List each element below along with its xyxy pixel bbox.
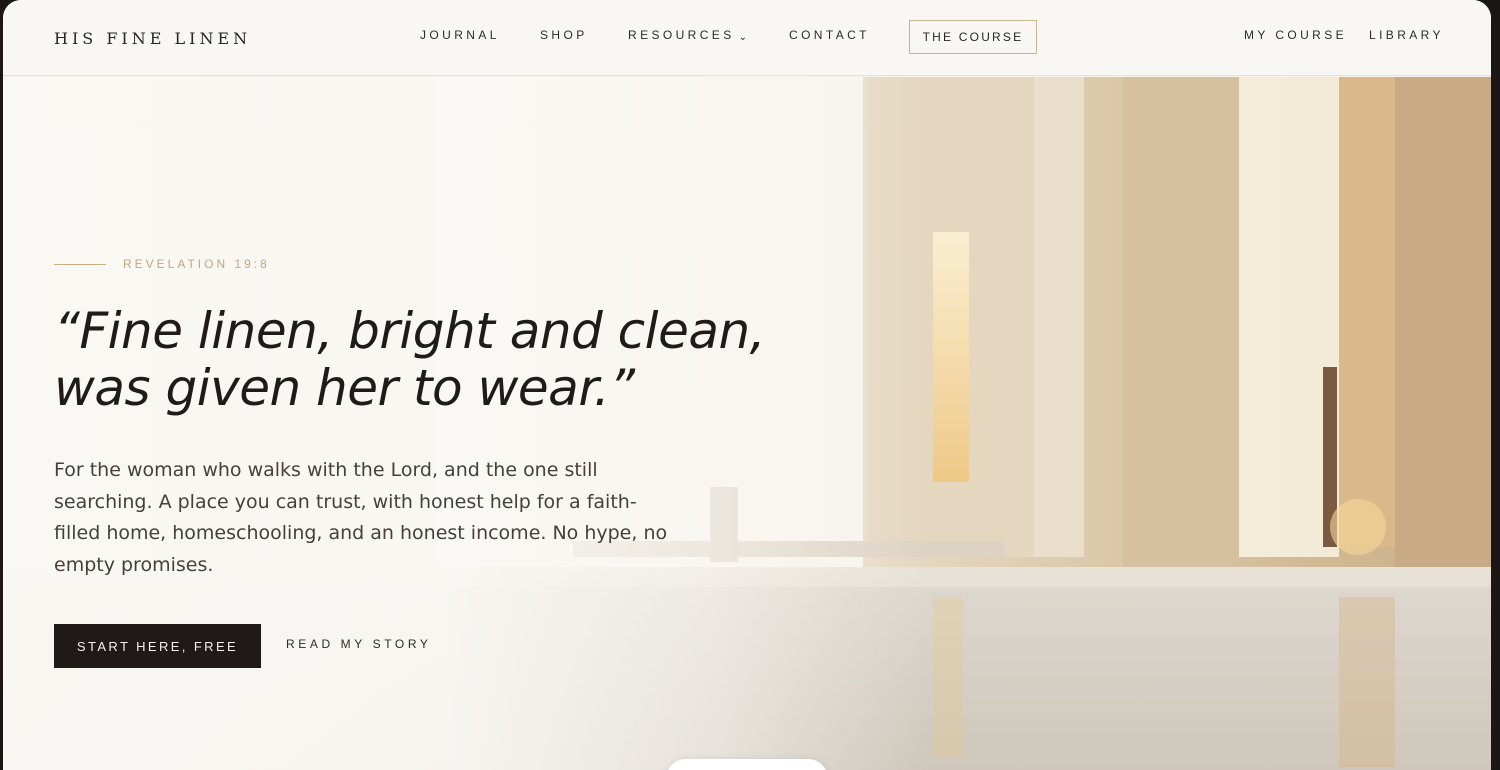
main-nav: JOURNAL SHOP RESOURCES ⌄ CONTACT MY COURS… bbox=[3, 28, 1491, 48]
hero-quote: “Fine linen, bright and clean, was given… bbox=[54, 303, 814, 417]
site-header: HIS FINE LINEN JOURNAL SHOP RESOURCES ⌄ C… bbox=[3, 0, 1491, 76]
bottom-pill-button[interactable] bbox=[666, 759, 828, 770]
nav-resources[interactable]: RESOURCES ⌄ bbox=[628, 28, 748, 43]
hero-section: REVELATION 19:8 “Fine linen, bright and … bbox=[3, 77, 1491, 770]
nav-resources-label: RESOURCES bbox=[628, 28, 735, 42]
nav-library[interactable]: LIBRARY bbox=[1369, 28, 1444, 42]
chevron-down-icon: ⌄ bbox=[738, 32, 748, 43]
nav-my-course[interactable]: MY COURSE bbox=[1244, 28, 1347, 42]
nav-shop[interactable]: SHOP bbox=[540, 28, 588, 42]
start-here-button[interactable]: START HERE, FREE bbox=[54, 624, 261, 668]
read-my-story-link[interactable]: READ MY STORY bbox=[286, 637, 432, 651]
eyebrow-divider bbox=[54, 263, 106, 265]
hero-intro: For the woman who walks with the Lord, a… bbox=[54, 459, 668, 576]
scripture-reference: REVELATION 19:8 bbox=[54, 257, 270, 271]
nav-contact[interactable]: CONTACT bbox=[789, 28, 870, 42]
browser-viewport: HIS FINE LINEN JOURNAL SHOP RESOURCES ⌄ C… bbox=[3, 0, 1491, 770]
nav-journal[interactable]: JOURNAL bbox=[420, 28, 500, 42]
quote-line-2: was given her to wear.” bbox=[54, 359, 635, 417]
eyebrow-text: REVELATION 19:8 bbox=[123, 257, 270, 271]
quote-line-1: “Fine linen, bright and clean, bbox=[54, 302, 766, 360]
the-course-button[interactable]: THE COURSE bbox=[909, 20, 1037, 54]
